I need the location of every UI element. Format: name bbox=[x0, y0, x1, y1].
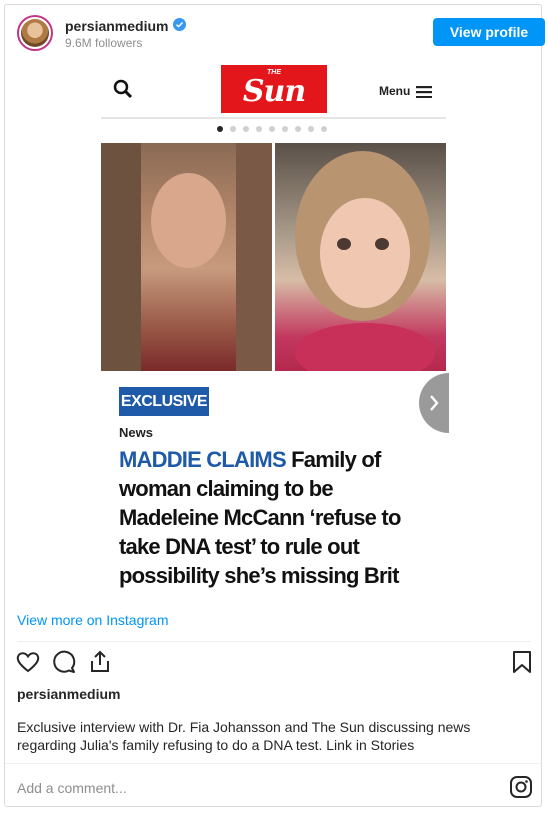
bookmark-icon[interactable] bbox=[509, 649, 535, 675]
exclusive-tag: EXCLUSIVE bbox=[119, 387, 209, 416]
sun-logo: THE Sun bbox=[221, 65, 327, 113]
carousel-dot bbox=[295, 126, 301, 132]
divider bbox=[17, 641, 531, 642]
headline: MADDIE CLAIMS Family of woman claiming t… bbox=[119, 445, 419, 590]
comment-input[interactable]: Add a comment... bbox=[17, 780, 127, 796]
instagram-icon[interactable] bbox=[509, 775, 533, 799]
divider bbox=[5, 763, 541, 764]
sun-logo-text: Sun bbox=[242, 74, 306, 109]
carousel-dot bbox=[217, 126, 223, 132]
carousel-dot bbox=[308, 126, 314, 132]
photo-left bbox=[101, 143, 272, 371]
carousel-dot bbox=[282, 126, 288, 132]
sun-site-header: THE Sun Menu bbox=[101, 61, 446, 119]
next-slide-button[interactable] bbox=[419, 373, 449, 433]
carousel-indicator bbox=[217, 126, 337, 134]
post-caption: Exclusive interview with Dr. Fia Johanss… bbox=[17, 719, 471, 753]
post-header: persianmedium 9.6M followers View profil… bbox=[5, 5, 545, 61]
chevron-right-icon bbox=[430, 395, 439, 411]
view-profile-button[interactable]: View profile bbox=[433, 18, 545, 46]
search-icon bbox=[113, 79, 133, 99]
verified-icon bbox=[173, 18, 186, 31]
menu-icon bbox=[416, 86, 432, 98]
comment-icon[interactable] bbox=[51, 649, 77, 675]
photo-right bbox=[275, 143, 446, 371]
view-more-link[interactable]: View more on Instagram bbox=[17, 612, 168, 628]
follower-count: 9.6M followers bbox=[65, 36, 143, 50]
action-bar bbox=[5, 649, 541, 681]
post-author[interactable]: persianmedium bbox=[17, 686, 120, 702]
carousel-dot bbox=[230, 126, 236, 132]
section-label: News bbox=[119, 425, 153, 440]
share-icon[interactable] bbox=[87, 649, 113, 675]
carousel-dot bbox=[256, 126, 262, 132]
instagram-embed-card: persianmedium 9.6M followers View profil… bbox=[4, 4, 545, 807]
avatar[interactable] bbox=[17, 15, 53, 51]
carousel-dot bbox=[321, 126, 327, 132]
username[interactable]: persianmedium bbox=[65, 18, 168, 34]
headline-kicker: MADDIE CLAIMS bbox=[119, 447, 287, 472]
carousel-dot bbox=[243, 126, 249, 132]
heart-icon[interactable] bbox=[15, 649, 41, 675]
carousel-dot bbox=[269, 126, 275, 132]
menu-label: Menu bbox=[379, 84, 411, 98]
post-media[interactable]: THE Sun Menu EXCLUSIVE News MADDIE CLAIM… bbox=[101, 61, 449, 591]
